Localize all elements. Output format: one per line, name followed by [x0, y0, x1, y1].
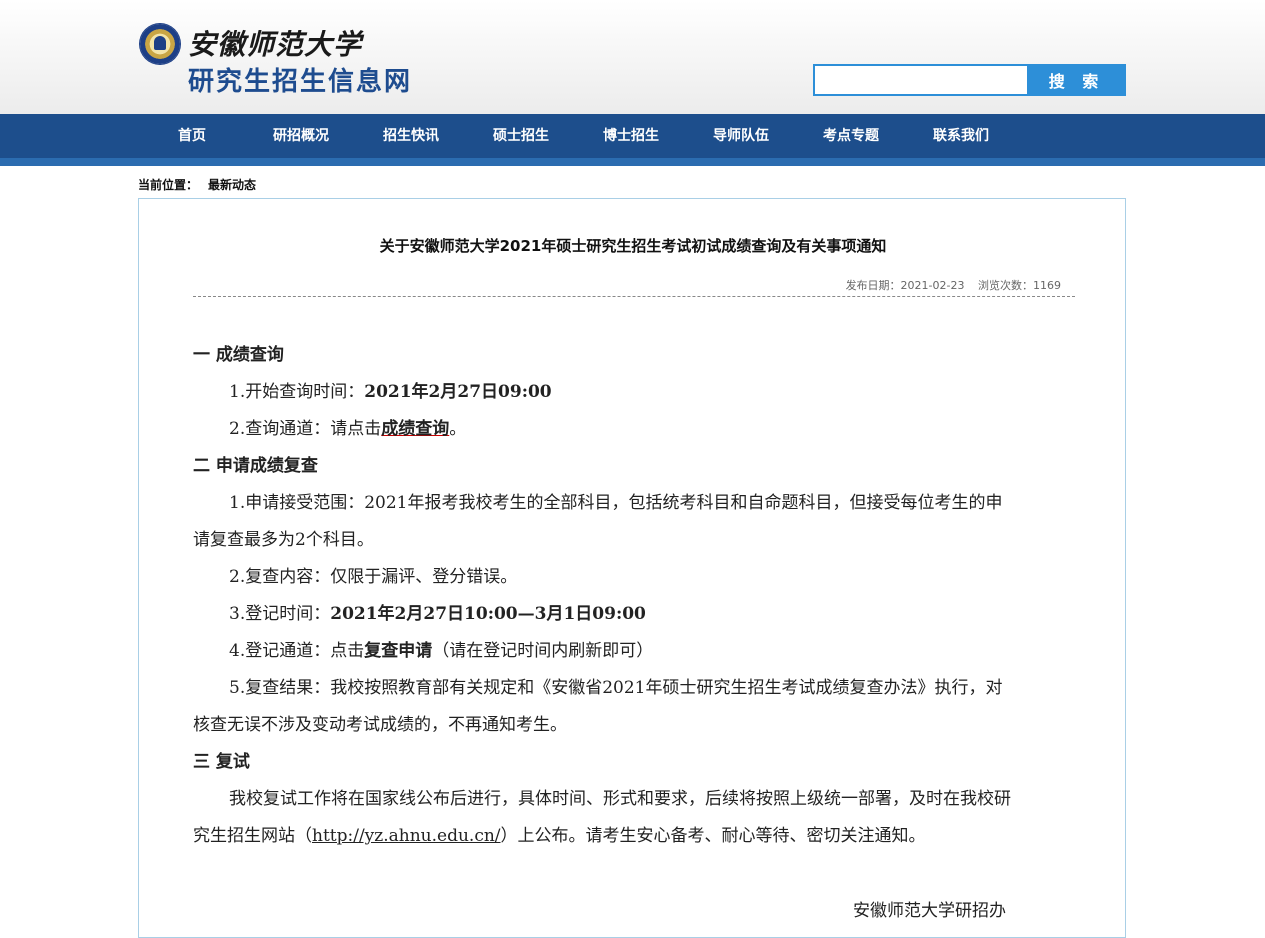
publish-date: 发布日期：2021-02-23 [845, 279, 965, 292]
nav-item-news[interactable]: 招生快讯 [383, 114, 439, 158]
site-logo[interactable]: 安徽师范大学 研究生招生信息网 [138, 22, 438, 102]
paragraph: 1.申请接受范围：2021年报考我校考生的全部科目，包括统考科目和自命题科目，但… [193, 493, 1003, 550]
registration-time: 2021年2月27日10:00—3月1日09:00 [330, 604, 646, 624]
paragraph: 1.开始查询时间：2021年2月27日09:00 [193, 374, 1013, 411]
breadcrumb-label: 当前位置： [138, 178, 199, 192]
article-title: 关于安徽师范大学2021年硕士研究生招生考试初试成绩查询及有关事项通知 [379, 237, 887, 255]
paragraph: 3.登记时间：2021年2月27日10:00—3月1日09:00 [193, 596, 1013, 633]
site-header: 安徽师范大学 研究生招生信息网 搜 索 [0, 0, 1265, 114]
nav-item-exam-site[interactable]: 考点专题 [823, 114, 879, 158]
text: 2.查询通道：请点击 [229, 419, 382, 439]
admissions-site-link[interactable]: http://yz.ahnu.edu.cn/ [312, 826, 501, 846]
query-start-time: 2021年2月27日09:00 [364, 382, 552, 402]
section-heading-review: 二 申请成绩复查 [193, 456, 318, 476]
university-seal-icon [140, 24, 180, 64]
text: 。 [449, 419, 467, 439]
paragraph: 2.查询通道：请点击成绩查询。 [193, 411, 1013, 448]
text: 1.开始查询时间： [229, 382, 365, 402]
article-body: 一 成绩查询 1.开始查询时间：2021年2月27日09:00 2.查询通道：请… [193, 337, 1013, 855]
breadcrumb: 当前位置： 最新动态 [138, 176, 266, 193]
section-heading-retest: 三 复试 [193, 752, 250, 772]
nav-item-overview[interactable]: 研招概况 [273, 114, 329, 158]
view-count: 浏览次数：1169 [978, 279, 1061, 292]
text: ）上公布。请考生安心备考、耐心等待、密切关注通知。 [500, 826, 926, 846]
nav-item-contact[interactable]: 联系我们 [933, 114, 989, 158]
nav-item-doctor[interactable]: 博士招生 [603, 114, 659, 158]
text: 4.登记通道：点击 [229, 641, 365, 661]
nav-item-master[interactable]: 硕士招生 [493, 114, 549, 158]
article-meta: 发布日期：2021-02-23 浏览次数：1169 [836, 277, 1061, 293]
score-query-link[interactable]: 成绩查询 [381, 419, 449, 439]
search-button[interactable]: 搜 索 [1027, 64, 1126, 96]
main-nav: 首页 研招概况 招生快讯 硕士招生 博士招生 导师队伍 考点专题 联系我们 [0, 114, 1265, 166]
review-apply-link[interactable]: 复查申请 [364, 641, 432, 661]
signature: 安徽师范大学研招办 [853, 901, 1006, 921]
nav-item-home[interactable]: 首页 [178, 114, 206, 158]
paragraph: 5.复查结果：我校按照教育部有关规定和《安徽省2021年硕士研究生招生考试成绩复… [193, 678, 1003, 735]
text: 3.登记时间： [229, 604, 331, 624]
search-input[interactable] [813, 64, 1035, 96]
nav-item-supervisors[interactable]: 导师队伍 [713, 114, 769, 158]
university-name: 安徽师范大学 [188, 28, 363, 61]
site-name: 研究生招生信息网 [188, 67, 413, 97]
breadcrumb-current[interactable]: 最新动态 [208, 178, 256, 192]
section-heading-score-query: 一 成绩查询 [193, 345, 284, 365]
paragraph: 4.登记通道：点击复查申请（请在登记时间内刷新即可） [193, 633, 1013, 670]
paragraph: 2.复查内容：仅限于漏评、登分错误。 [229, 567, 518, 587]
article-container: 关于安徽师范大学2021年硕士研究生招生考试初试成绩查询及有关事项通知 发布日期… [138, 198, 1126, 938]
paragraph: 我校复试工作将在国家线公布后进行，具体时间、形式和要求，后续将按照上级统一部署，… [193, 781, 1013, 855]
text: （请在登记时间内刷新即可） [432, 641, 654, 661]
title-divider [193, 296, 1075, 297]
